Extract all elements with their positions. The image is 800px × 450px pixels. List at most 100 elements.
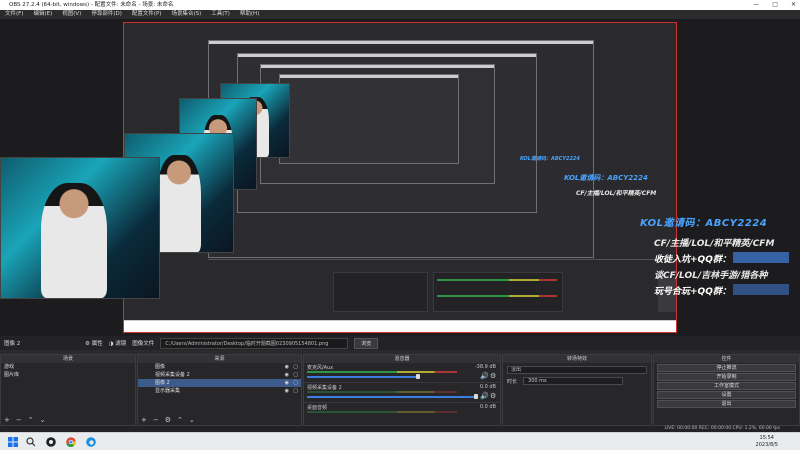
source-item[interactable]: 显示器采集 ◉ ▢ <box>138 387 301 395</box>
up-icon[interactable]: ⌃ <box>177 416 183 425</box>
nested-docks <box>208 259 676 319</box>
nested-taskbar <box>124 320 676 332</box>
overlay-qq-2: 玩号合玩+QQ群： <box>654 287 731 297</box>
mixer-panel: 混音器 麦克风/Aux -38.9 dB 🔊 ⚙ 视频采集设备 2 0.0 dB… <box>303 354 501 426</box>
mixer-channel: 麦克风/Aux -38.9 dB 🔊 ⚙ <box>304 363 500 383</box>
menu-bar: 文件(F) 编辑(E) 视图(V) 停靠部件(D) 配置文件(P) 场景集合(S… <box>0 10 800 19</box>
source-item[interactable]: 图像 ◉ ▢ <box>138 363 301 371</box>
overlay-mini-line: KOL邀请码：ABCY2224 <box>520 156 580 162</box>
overlay-line-4: 谈CF/LOL/吉林手游/猎各种 <box>654 271 768 281</box>
edge-icon[interactable] <box>86 437 96 447</box>
source-item[interactable]: 视频采集设备 2 ◉ ▢ <box>138 371 301 379</box>
controls-header: 控件 <box>654 355 799 363</box>
menu-tools[interactable]: 工具(T) <box>211 10 230 19</box>
window-title: OBS 27.2.4 (64-bit, windows) - 配置文件: 未命名… <box>9 2 174 8</box>
close-button[interactable]: ✕ <box>791 0 796 10</box>
source-toolbar: 图像 2 ⚙ 属性 ◑ 滤镜 图像文件 C:/Users/Administrat… <box>0 336 800 350</box>
up-icon[interactable]: ⌃ <box>28 416 34 425</box>
nested-screen-3 <box>260 64 495 184</box>
preview-canvas[interactable]: KOL邀请码：ABCY2224 KOL邀请码：ABCY2224 CF/主播/LO… <box>123 22 677 333</box>
speaker-icon[interactable]: 🔊 <box>480 372 489 380</box>
eye-icon[interactable]: ◉ <box>285 379 289 387</box>
chrome-icon[interactable] <box>66 437 76 447</box>
sources-header: 来源 <box>138 355 301 363</box>
menu-file[interactable]: 文件(F) <box>5 10 23 19</box>
menu-edit[interactable]: 编辑(E) <box>33 10 52 19</box>
start-recording-button[interactable]: 开始录制 <box>657 373 796 381</box>
overlay-mini-line-2: KOL邀请码：ABCY2224 <box>564 174 648 182</box>
plus-icon[interactable]: + <box>4 416 10 425</box>
volume-slider[interactable] <box>307 396 475 398</box>
docks-area: 图像 2 ⚙ 属性 ◑ 滤镜 图像文件 C:/Users/Administrat… <box>0 336 800 426</box>
transitions-header: 转场特效 <box>503 355 651 363</box>
stop-streaming-button[interactable]: 停止推流 <box>657 364 796 372</box>
lock-icon[interactable]: ▢ <box>293 371 298 379</box>
eye-icon[interactable]: ◉ <box>285 371 289 379</box>
exit-button[interactable]: 退出 <box>657 400 796 408</box>
preview-area[interactable]: KOL邀请码：ABCY2224 KOL邀请码：ABCY2224 CF/主播/LO… <box>0 19 800 336</box>
overlay-mini-line-3: CF/主播/LOL/和平精英/CFM <box>576 190 657 197</box>
transitions-panel: 转场特效 淡出 时长 300 ms <box>502 354 652 426</box>
duration-label: 时长 <box>507 378 518 385</box>
scene-item[interactable]: 图片库 <box>1 371 135 379</box>
clock-date: 2023/8/5 <box>755 442 778 448</box>
window-titlebar: OBS 27.2.4 (64-bit, windows) - 配置文件: 未命名… <box>0 0 800 10</box>
volume-knob[interactable] <box>416 374 420 379</box>
controls-panel: 控件 停止推流 开始录制 工作室模式 设置 退出 <box>653 354 800 426</box>
overlay-qq-1: 收徒入坑+QQ群： <box>654 255 731 265</box>
minimize-button[interactable]: — <box>753 0 759 10</box>
menu-help[interactable]: 帮助(H) <box>240 10 259 19</box>
mixer-channel: 视频采集设备 2 0.0 dB 🔊 ⚙ <box>304 383 500 403</box>
overlay-qq-box-1 <box>733 252 789 263</box>
duration-field[interactable]: 300 ms <box>523 377 624 385</box>
mixer-channel: 桌面音频 0.0 dB <box>307 404 496 413</box>
properties-button[interactable]: ⚙ 属性 <box>85 339 103 347</box>
gear-icon[interactable]: ⚙ <box>490 392 496 400</box>
transition-select[interactable]: 淡出 <box>507 366 647 374</box>
gear-icon[interactable]: ⚙ <box>165 416 171 425</box>
windows-taskbar: 15:54 2023/8/5 <box>0 432 800 450</box>
volume-knob[interactable] <box>474 394 478 399</box>
maximize-button[interactable]: □ <box>772 0 778 10</box>
lock-icon[interactable]: ▢ <box>293 379 298 387</box>
webcam-feed-large <box>0 157 160 299</box>
studio-mode-button[interactable]: 工作室模式 <box>657 382 796 390</box>
clock-time: 15:54 <box>759 435 774 441</box>
eye-icon[interactable]: ◉ <box>285 363 289 371</box>
scene-item[interactable]: 游戏 <box>1 363 135 371</box>
filters-button[interactable]: ◑ 滤镜 <box>109 339 127 347</box>
volume-slider[interactable] <box>307 376 417 378</box>
windows-icon[interactable] <box>8 437 18 447</box>
settings-button[interactable]: 设置 <box>657 391 796 399</box>
system-clock[interactable]: 15:54 2023/8/5 <box>756 435 778 449</box>
mixer-header: 混音器 <box>304 355 500 363</box>
image-path-field[interactable]: C:/Users/Administrator/Desktop/临时开题截图023… <box>160 337 349 349</box>
lock-icon[interactable]: ▢ <box>293 363 298 371</box>
menu-scene-collection[interactable]: 场景集合(S) <box>171 10 201 19</box>
obs-icon[interactable] <box>46 437 56 447</box>
source-item-selected[interactable]: 图像 2 ◉ ▢ <box>138 379 301 387</box>
scenes-header: 场景 <box>1 355 135 363</box>
overlay-invite-code: KOL邀请码：ABCY2224 <box>640 218 768 229</box>
scenes-panel: 场景 游戏 图片库 + − ⌃ ⌄ <box>0 354 136 426</box>
lock-icon[interactable]: ▢ <box>293 387 298 395</box>
down-icon[interactable]: ⌄ <box>40 416 46 425</box>
eye-icon[interactable]: ◉ <box>285 387 289 395</box>
search-icon[interactable] <box>26 437 36 447</box>
image-file-label: 图像文件 <box>132 341 155 347</box>
minus-icon[interactable]: − <box>16 416 22 425</box>
gear-icon[interactable]: ⚙ <box>490 372 496 380</box>
menu-view[interactable]: 视图(V) <box>62 10 81 19</box>
overlay-qq-box-2 <box>733 284 789 295</box>
sources-panel: 来源 图像 ◉ ▢ 视频采集设备 2 ◉ ▢ 图像 2 ◉ ▢ 显示器采集 ◉ ▢ + − ⚙ … <box>137 354 302 426</box>
source-name: 图像 2 <box>4 341 21 347</box>
menu-docks[interactable]: 停靠部件(D) <box>91 10 122 19</box>
speaker-icon[interactable]: 🔊 <box>480 392 489 400</box>
overlay-games: CF/主播/LOL/和平精英/CFM <box>654 239 775 249</box>
down-icon[interactable]: ⌄ <box>189 416 195 425</box>
plus-icon[interactable]: + <box>141 416 147 425</box>
menu-profile[interactable]: 配置文件(P) <box>132 10 162 19</box>
nested-screen-4 <box>279 74 459 164</box>
minus-icon[interactable]: − <box>153 416 159 425</box>
browse-button[interactable]: 浏览 <box>354 337 379 349</box>
